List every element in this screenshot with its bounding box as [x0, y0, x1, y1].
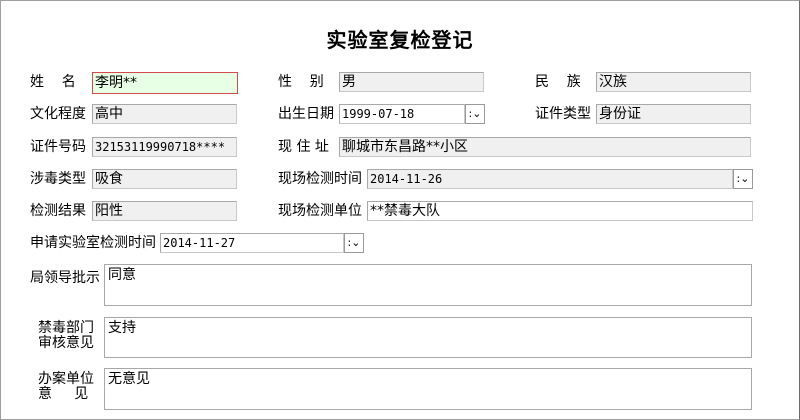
- ethnicity-label: 民 族: [535, 74, 581, 90]
- name-field[interactable]: 李明**: [92, 72, 238, 94]
- drug-type-field[interactable]: 吸食: [92, 169, 237, 189]
- dept-review-textarea[interactable]: 支持: [104, 317, 752, 358]
- case-unit-opinion-label: 办案单位 意 见: [38, 372, 94, 402]
- gender-label: 性 别: [278, 74, 324, 90]
- ethnicity-field[interactable]: 汉族: [596, 72, 751, 92]
- drug-type-label: 涉毒类型: [30, 171, 86, 187]
- test-result-label: 检测结果: [30, 203, 86, 219]
- chevron-down-icon: ⌄: [351, 236, 361, 249]
- field-test-time-label: 现场检测时间: [278, 171, 362, 187]
- address-label: 现 住 址: [278, 139, 329, 155]
- name-label: 姓 名: [30, 74, 76, 90]
- chevron-down-icon: ⌄: [472, 107, 482, 120]
- birth-date-label: 出生日期: [278, 106, 334, 122]
- field-test-time-field[interactable]: 2014-11-26: [367, 169, 733, 189]
- field-test-unit-label: 现场检测单位: [278, 203, 362, 219]
- case-unit-opinion-label-line2: 意 见: [38, 386, 89, 402]
- dept-review-label: 禁毒部门 审核意见: [38, 321, 94, 351]
- leader-instruction-textarea[interactable]: 同意: [104, 264, 752, 306]
- birth-date-spin-button[interactable]: :⌄: [465, 104, 485, 124]
- dept-review-label-line1: 禁毒部门: [38, 320, 94, 336]
- birth-date-field[interactable]: 1999-07-18: [339, 104, 465, 124]
- id-number-field[interactable]: 32153119990718****: [92, 137, 237, 157]
- education-field[interactable]: 高中: [92, 104, 237, 124]
- id-type-label: 证件类型: [535, 106, 591, 122]
- form-title: 实验室复检登记: [326, 28, 474, 52]
- chevron-down-icon: ⌄: [740, 172, 750, 185]
- case-unit-opinion-label-line1: 办案单位: [38, 371, 94, 387]
- case-unit-opinion-textarea[interactable]: 无意见: [104, 368, 752, 410]
- lab-request-time-spin-button[interactable]: :⌄: [344, 233, 364, 253]
- id-type-field[interactable]: 身份证: [596, 104, 751, 124]
- field-test-time-spin-button[interactable]: :⌄: [733, 169, 753, 189]
- dept-review-label-line2: 审核意见: [38, 335, 94, 351]
- test-result-field[interactable]: 阳性: [92, 201, 237, 221]
- lab-request-time-label: 申请实验室检测时间: [30, 235, 156, 251]
- lab-request-time-field[interactable]: 2014-11-27: [160, 233, 344, 253]
- leader-instruction-label: 局领导批示: [30, 270, 100, 286]
- field-test-unit-field[interactable]: **禁毒大队: [367, 201, 753, 221]
- education-label: 文化程度: [30, 106, 86, 122]
- id-number-label: 证件号码: [30, 139, 86, 155]
- address-field[interactable]: 聊城市东昌路**小区: [339, 137, 751, 157]
- gender-field[interactable]: 男: [339, 72, 484, 92]
